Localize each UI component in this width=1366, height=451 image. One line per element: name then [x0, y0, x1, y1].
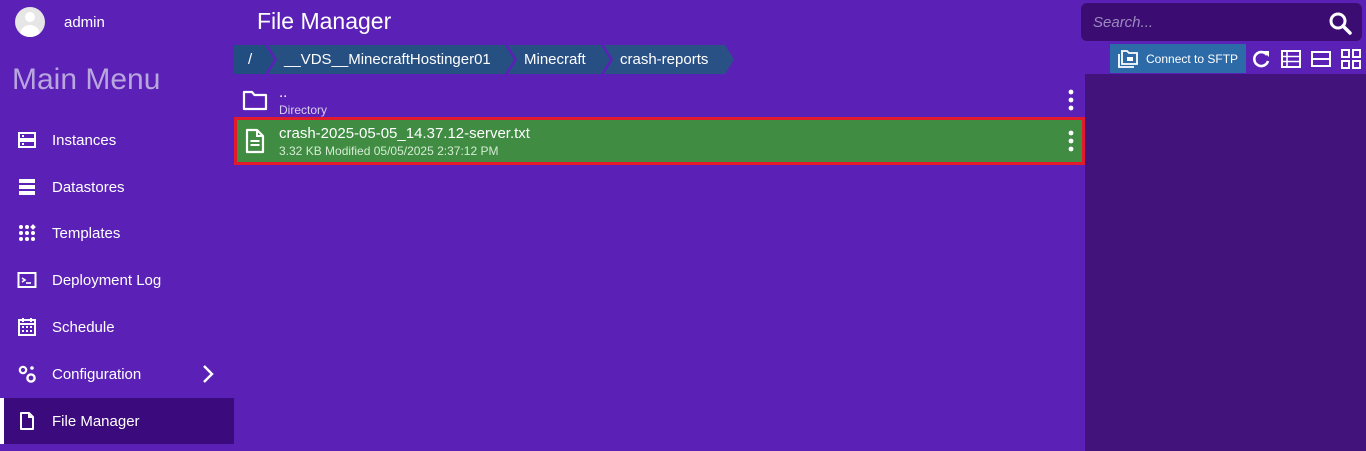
sidebar-item-instances[interactable]: Instances [0, 117, 234, 163]
apps-grid-icon [19, 224, 36, 241]
sidebar-item-configuration[interactable]: Configuration [0, 351, 234, 397]
file-icon [20, 412, 34, 430]
text-file-icon [245, 128, 265, 154]
terminal-icon [17, 272, 37, 288]
database-icon [19, 179, 35, 195]
search-icon[interactable] [1328, 11, 1352, 35]
sidebar-item-datastores[interactable]: Datastores [0, 164, 234, 210]
sidebar-item-label: File Manager [52, 412, 140, 430]
page-title: File Manager [257, 8, 392, 34]
file-name: crash-2025-05-05_14.37.12-server.txt [279, 125, 530, 142]
sidebar-item-templates[interactable]: Templates [0, 210, 234, 256]
search-input[interactable] [1081, 3, 1321, 41]
sftp-label: Connect to SFTP [1146, 52, 1239, 66]
sidebar-item-label: Datastores [52, 178, 125, 196]
avatar[interactable] [15, 7, 45, 37]
details-panel [1085, 74, 1366, 451]
list-item-crash-report[interactable]: crash-2025-05-05_14.37.12-server.txt 3.3… [234, 117, 1085, 165]
user-profile[interactable]: admin [15, 7, 105, 37]
refresh-icon[interactable] [1250, 48, 1272, 70]
list-item-parent-directory[interactable]: .. Directory [234, 76, 1085, 122]
more-options-icon[interactable] [1066, 89, 1076, 111]
menu-title: Main Menu [12, 63, 161, 96]
gears-icon [18, 365, 36, 383]
sidebar: admin Main Menu Instances Datastores Tem… [0, 0, 234, 451]
calendar-icon [18, 318, 36, 336]
user-name: admin [64, 13, 105, 31]
sidebar-item-label: Deployment Log [52, 271, 162, 289]
grid-view-icon[interactable] [1340, 48, 1362, 70]
sftp-folder-icon [1118, 50, 1138, 68]
breadcrumb-root[interactable]: / [234, 45, 274, 74]
breadcrumb-item[interactable]: __VDS__MinecraftHostinger01 [268, 45, 514, 74]
breadcrumb-item-current[interactable]: crash-reports [604, 45, 734, 74]
connect-sftp-button[interactable]: Connect to SFTP [1110, 44, 1246, 73]
list-view-icon[interactable] [1280, 48, 1302, 70]
server-icon [18, 132, 36, 148]
sidebar-item-schedule[interactable]: Schedule [0, 304, 234, 350]
file-meta: Directory [279, 103, 328, 117]
sidebar-item-label: Instances [52, 131, 117, 149]
sidebar-item-file-manager[interactable]: File Manager [0, 398, 234, 444]
detail-view-icon[interactable] [1310, 48, 1332, 70]
sidebar-item-label: Configuration [52, 365, 142, 383]
sidebar-item-label: Schedule [52, 318, 115, 336]
breadcrumb-item[interactable]: Minecraft [508, 45, 610, 74]
more-options-icon[interactable] [1066, 130, 1076, 152]
breadcrumb: / __VDS__MinecraftHostinger01 Minecraft … [234, 45, 734, 74]
folder-icon [242, 90, 268, 111]
file-meta: 3.32 KB Modified 05/05/2025 2:37:12 PM [279, 144, 499, 158]
file-name: .. [279, 84, 288, 101]
chevron-right-icon [203, 365, 214, 383]
sidebar-item-label: Templates [52, 224, 121, 242]
search-box [1081, 3, 1362, 41]
sidebar-item-deployment-log[interactable]: Deployment Log [0, 257, 234, 303]
